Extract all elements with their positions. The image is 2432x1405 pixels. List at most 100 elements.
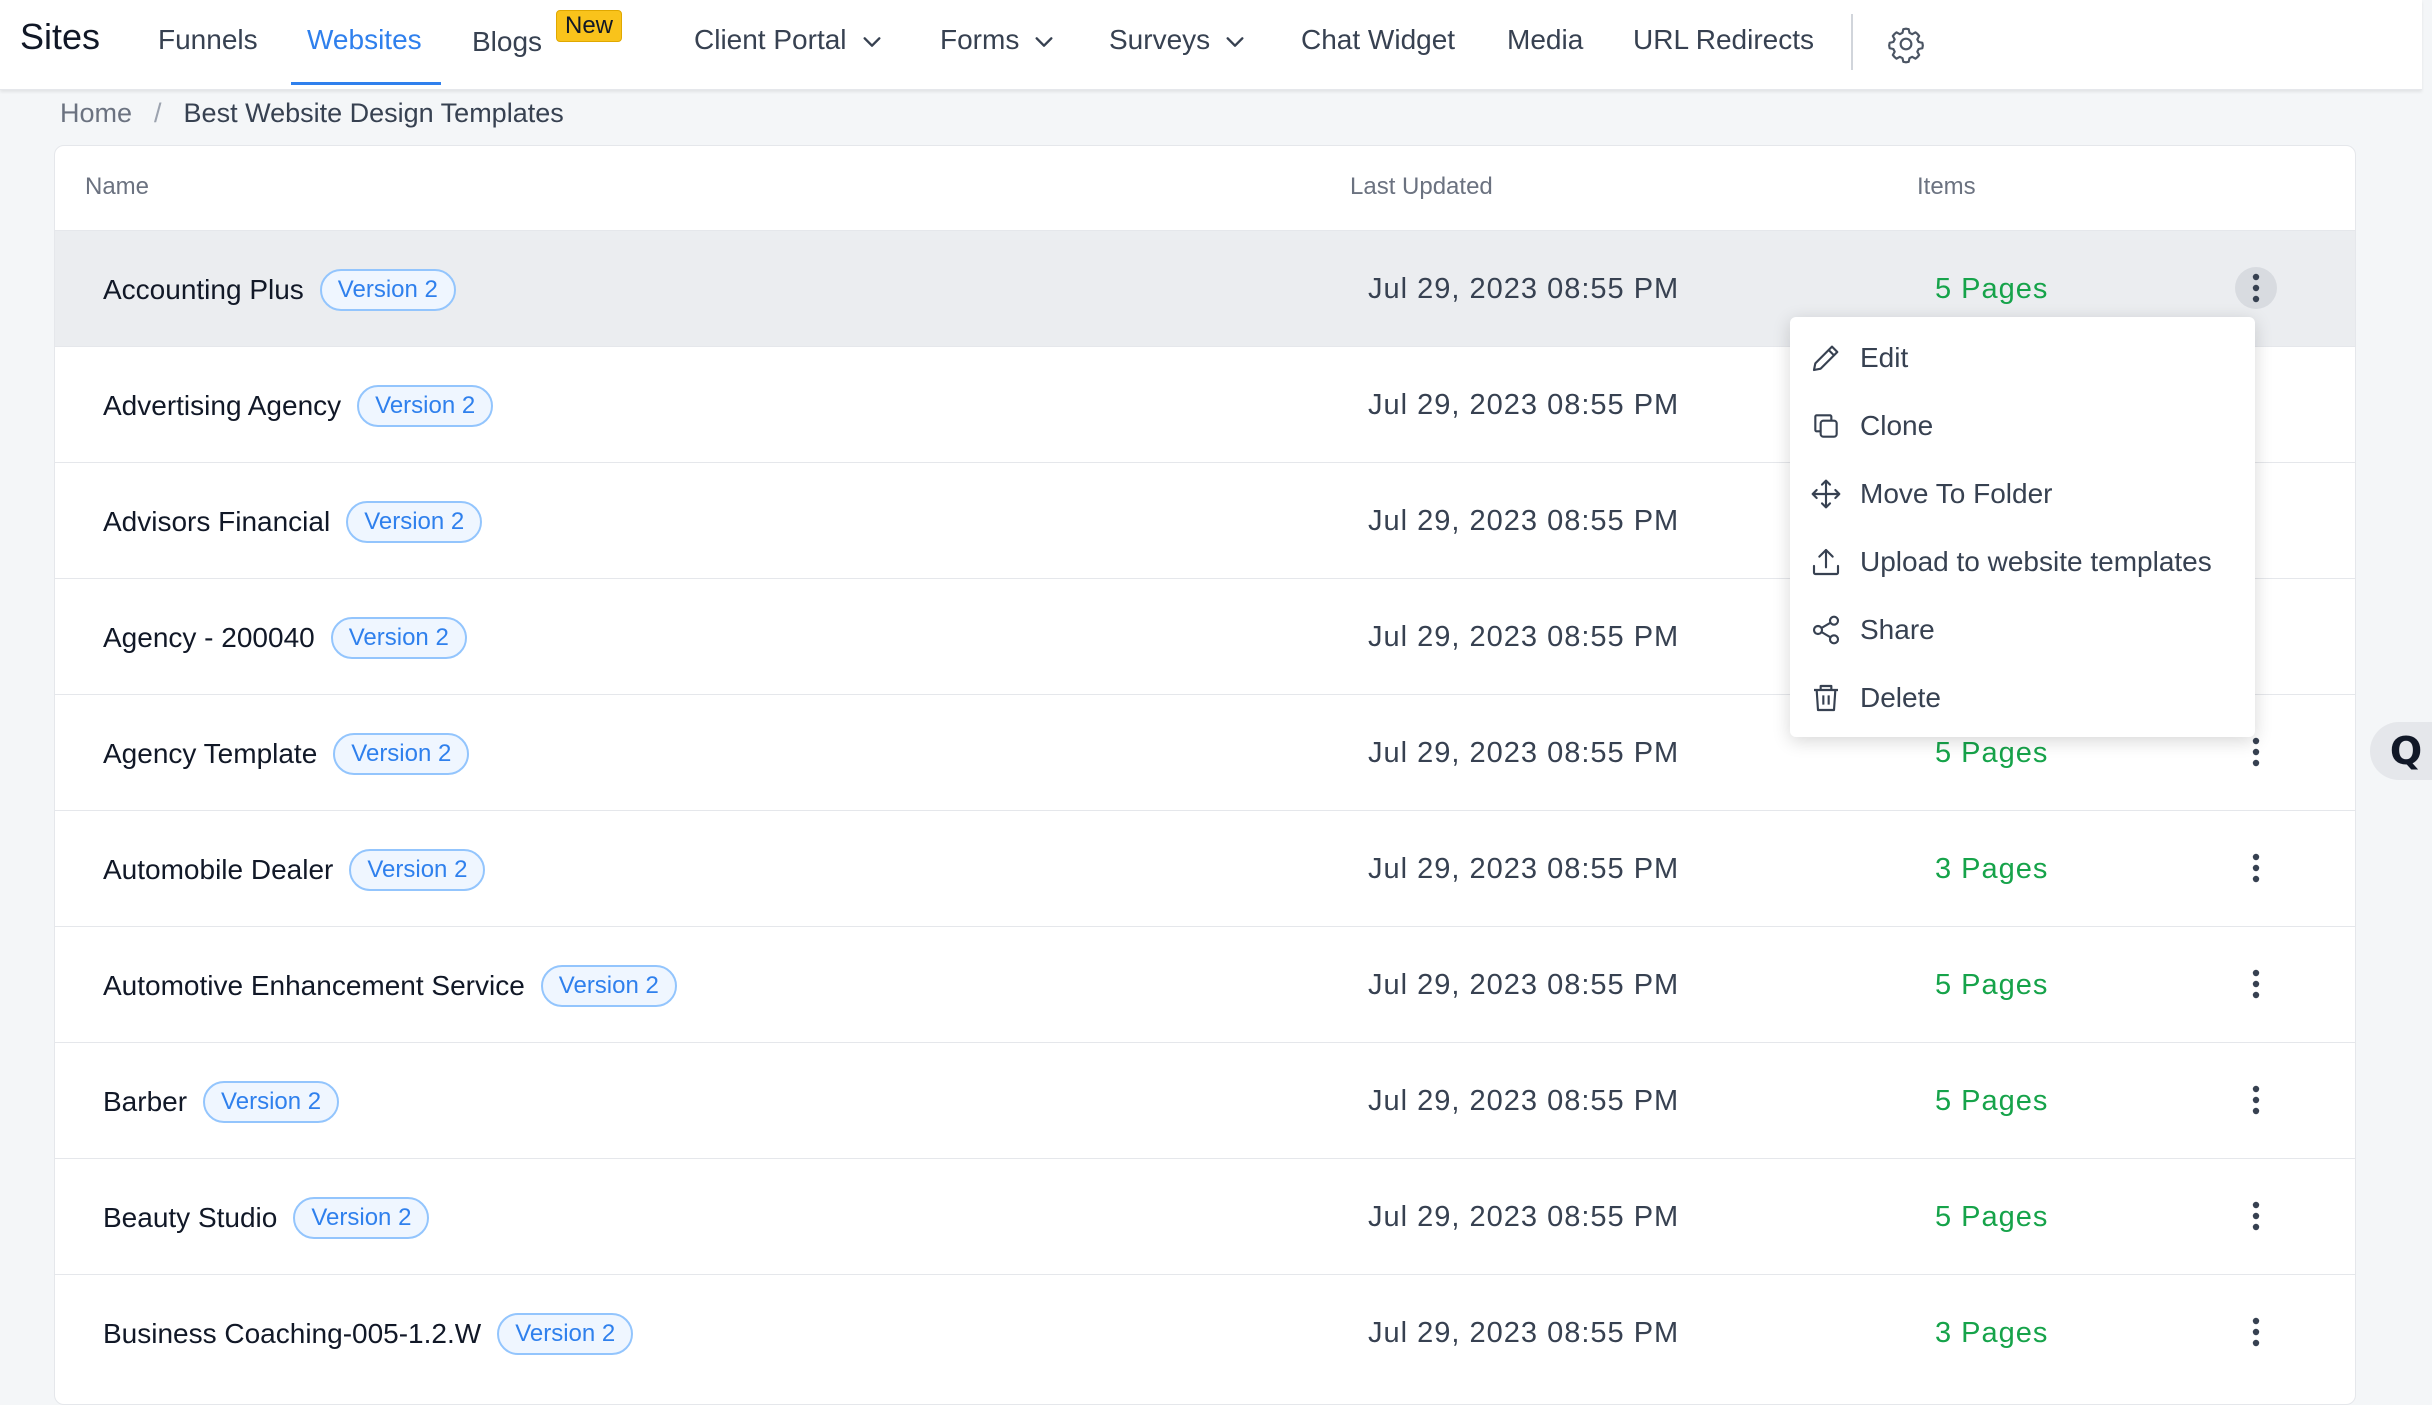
floating-side-widget-button[interactable]: Q: [2370, 722, 2432, 780]
kebab-menu-icon: [2252, 853, 2260, 883]
last-updated: Jul 29, 2023 08:55 PM: [1368, 273, 1680, 305]
last-updated: Jul 29, 2023 08:55 PM: [1368, 389, 1680, 421]
menu-item-edit[interactable]: Edit: [1790, 327, 2255, 389]
last-updated: Jul 29, 2023 08:55 PM: [1368, 621, 1680, 653]
version-badge: Version 2: [319, 269, 456, 311]
version-badge: Version 2: [357, 385, 494, 427]
column-header-last-updated: Last Updated: [1350, 173, 1493, 200]
nav-tab-media[interactable]: Media: [1507, 24, 1583, 56]
upload-icon: [1812, 548, 1840, 576]
row-actions-button[interactable]: [2235, 847, 2277, 889]
breadcrumb-home-link[interactable]: Home: [60, 98, 132, 128]
menu-item-upload-to-website-templates[interactable]: Upload to website templates: [1790, 531, 2255, 593]
row-actions-button[interactable]: [2235, 731, 2277, 773]
move-icon: [1811, 479, 1841, 509]
page-count: 3 Pages: [1935, 853, 2049, 885]
version-badge: Version 2: [293, 1197, 430, 1239]
top-navigation-bar: Sites Funnels Websites Blogs New Client …: [0, 0, 2422, 90]
copy-icon: [1814, 414, 1838, 438]
chevron-down-icon: [862, 36, 881, 47]
table-row[interactable]: Beauty Studio Version 2 Jul 29, 2023 08:5…: [55, 1158, 2355, 1274]
version-badge: Version 2: [330, 617, 467, 659]
nav-label: Surveys: [1109, 24, 1211, 55]
row-actions-button[interactable]: [2235, 1311, 2277, 1353]
template-name: Automobile Dealer: [103, 854, 334, 885]
menu-item-label: Clone: [1860, 410, 1934, 441]
row-actions-button[interactable]: [2235, 1079, 2277, 1121]
version-badge: Version 2: [333, 733, 470, 775]
table-row[interactable]: Automobile Dealer Version 2 Jul 29, 2023 …: [55, 810, 2355, 926]
table-row[interactable]: Business Coaching-005-1.2.W Version 2 Jul…: [55, 1274, 2355, 1382]
kebab-menu-icon: [2252, 1317, 2260, 1347]
active-tab-indicator: [291, 82, 441, 85]
nav-label: Client Portal: [694, 24, 847, 55]
page-count: 5 Pages: [1935, 969, 2049, 1001]
nav-dropdown-client-portal[interactable]: Client Portal: [694, 24, 883, 56]
nav-tab-chat-widget[interactable]: Chat Widget: [1301, 24, 1455, 56]
menu-item-delete[interactable]: Delete: [1790, 667, 2255, 729]
template-name: Barber: [103, 1086, 188, 1117]
last-updated: Jul 29, 2023 08:55 PM: [1368, 1201, 1680, 1233]
menu-item-label: Upload to website templates: [1860, 546, 2212, 577]
kebab-menu-icon: [2252, 273, 2260, 303]
page-count: 5 Pages: [1935, 1085, 2049, 1117]
menu-item-label: Share: [1860, 614, 1935, 645]
template-name: Business Coaching-005-1.2.W: [103, 1318, 482, 1349]
menu-item-label: Edit: [1860, 342, 1909, 373]
menu-item-clone[interactable]: Clone: [1790, 395, 2255, 457]
table-row[interactable]: Automotive Enhancement Service Version 2 …: [55, 926, 2355, 1042]
row-actions-button[interactable]: [2235, 267, 2277, 309]
column-header-name: Name: [85, 173, 150, 200]
kebab-menu-icon: [2252, 737, 2260, 767]
last-updated: Jul 29, 2023 08:55 PM: [1368, 505, 1680, 537]
last-updated: Jul 29, 2023 08:55 PM: [1368, 1085, 1680, 1117]
nav-dropdown-forms[interactable]: Forms: [940, 24, 1055, 56]
template-name: Automotive Enhancement Service: [103, 970, 525, 1001]
nav-dropdown-surveys[interactable]: Surveys: [1109, 24, 1246, 56]
app-title: Sites: [20, 16, 101, 57]
breadcrumb-current: Best Website Design Templates: [183, 98, 564, 128]
version-badge: Version 2: [349, 849, 486, 891]
new-badge: New: [556, 10, 623, 42]
share-icon: [1812, 615, 1840, 645]
nav-tab-url-redirects[interactable]: URL Redirects: [1633, 24, 1814, 56]
page-count: 3 Pages: [1935, 1317, 2049, 1349]
side-widget-label: Q: [2389, 729, 2423, 773]
version-badge: Version 2: [497, 1313, 634, 1355]
last-updated: Jul 29, 2023 08:55 PM: [1368, 969, 1680, 1001]
template-name: Agency Template: [103, 738, 318, 769]
template-name: Accounting Plus: [103, 274, 304, 305]
nav-divider: [1851, 14, 1853, 70]
page-count: 5 Pages: [1935, 737, 2049, 769]
page-count: 5 Pages: [1935, 1201, 2049, 1233]
table-row[interactable]: Barber Version 2 Jul 29, 2023 08:55 PM 5 …: [55, 1042, 2355, 1158]
chevron-down-icon: [1035, 36, 1053, 47]
template-name: Advisors Financial: [103, 506, 331, 537]
menu-item-label: Delete: [1860, 682, 1941, 713]
column-header-items: Items: [1917, 173, 1976, 200]
chevron-down-icon: [1226, 36, 1244, 47]
row-actions-menu: Edit Clone Move To Folder Upload to webs…: [1790, 317, 2255, 737]
gear-icon[interactable]: [1886, 24, 1926, 64]
version-badge: Version 2: [540, 965, 677, 1007]
row-actions-button[interactable]: [2235, 1195, 2277, 1237]
template-name: Beauty Studio: [103, 1202, 278, 1233]
row-actions-button[interactable]: [2235, 963, 2277, 1005]
menu-item-label: Move To Folder: [1860, 478, 2053, 509]
template-name: Agency - 200040: [103, 622, 315, 653]
page-count: 5 Pages: [1935, 273, 2049, 305]
trash-icon: [1814, 684, 1838, 712]
last-updated: Jul 29, 2023 08:55 PM: [1368, 853, 1680, 885]
nav-tab-websites[interactable]: Websites: [307, 24, 422, 56]
breadcrumb: Home / Best Website Design Templates: [60, 98, 564, 129]
nav-tab-funnels[interactable]: Funnels: [158, 24, 258, 56]
menu-item-share[interactable]: Share: [1790, 599, 2255, 661]
version-badge: Version 2: [346, 501, 483, 543]
menu-item-move-to-folder[interactable]: Move To Folder: [1790, 463, 2255, 525]
pencil-icon: [1812, 345, 1839, 372]
template-name: Advertising Agency: [103, 390, 342, 421]
kebab-menu-icon: [2252, 1201, 2260, 1231]
kebab-menu-icon: [2252, 1085, 2260, 1115]
last-updated: Jul 29, 2023 08:55 PM: [1368, 1317, 1680, 1349]
nav-tab-blogs[interactable]: Blogs: [472, 26, 542, 58]
